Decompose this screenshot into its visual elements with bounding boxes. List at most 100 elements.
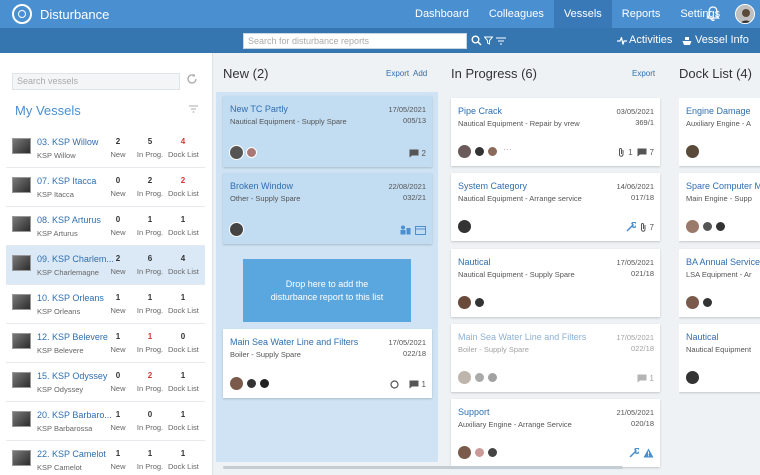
horizontal-scrollbar[interactable] [223,466,623,469]
report-card[interactable]: Broken Window Other - Supply Spare 22/08… [223,173,432,244]
report-card[interactable]: Nautical Nautical Equipment - Supply Spa… [451,249,660,317]
avatar[interactable] [474,447,485,458]
vessel-row[interactable]: 12. KSP Belevere KSP Belevere 1 New 1 In Prog… [6,324,205,363]
report-card[interactable]: New TC Partly Nautical Equipment - Suppl… [223,96,432,167]
column-inprogress-title: In Progress (6) [451,66,537,81]
card-meta: 03/05/2021 369/1 [616,106,654,128]
report-card[interactable]: Support Auxiliary Engine - Arrange Servi… [451,399,660,467]
search-icon[interactable] [471,35,482,46]
dock-count: 4 [180,137,186,146]
card-category: Nautical Equipment - Supply Spare [230,117,347,126]
report-search-input[interactable]: Search for disturbance reports [243,33,467,49]
vessel-row[interactable]: 20. KSP Barbaro... KSP Barbarossa 1 New 0 In … [6,402,205,441]
dock-count: 2 [180,176,186,185]
card-assignees [457,445,500,460]
vessel-row[interactable]: 07. KSP Itacca KSP Itacca 0 New 2 In Prog. 2 Do… [6,168,205,207]
avatar[interactable] [259,378,270,389]
card-id: 022/18 [403,349,426,358]
avatar[interactable] [474,146,485,157]
bell-icon[interactable] [706,6,720,22]
drop-zone[interactable]: Drop here to add the disturbance report … [243,259,411,322]
vessel-row[interactable]: 22. KSP Camelot KSP Camelot 1 New 1 In Prog. 1… [6,441,205,475]
vessel-thumbnail [12,294,31,310]
activity-icon [617,37,627,45]
avatar[interactable] [474,297,485,308]
report-card[interactable]: System Category Nautical Equipment - Arr… [451,173,660,241]
vessel-info-link[interactable]: Vessel Info [695,28,749,53]
card-meta: 17/05/2021 021/18 [616,257,654,279]
new-export-link[interactable]: Export [386,69,409,78]
avatar[interactable] [229,222,244,237]
avatar[interactable] [457,219,472,234]
report-card[interactable]: Engine Damage Auxiliary Engine - A [679,98,760,166]
card-title: Pipe Crack [458,106,503,116]
avatar[interactable] [229,376,244,391]
wrench-icon [629,448,639,458]
avatar[interactable] [457,370,472,385]
new-count: 1 [115,449,121,458]
dock-label: Dock List [168,423,199,432]
card-meta: 17/05/2021 022/18 [616,332,654,354]
comment-icon [409,380,419,389]
vessel-row[interactable]: 09. KSP Charlem... KSP Charlemagne 2 New 6 In… [6,246,205,285]
avatar[interactable] [474,372,485,383]
avatar[interactable] [457,295,472,310]
vessel-dock-stat: 1 Dock List [168,293,199,315]
activities-link[interactable]: Activities [629,28,672,53]
drop-zone-line-2: disturbance report to this list [270,292,384,302]
vessel-row[interactable]: 08. KSP Arturus KSP Arturus 0 New 1 In Prog. 1… [6,207,205,246]
refresh-icon[interactable] [186,73,198,85]
filter-icon[interactable] [484,36,493,45]
user-avatar[interactable] [735,4,755,24]
new-count: 1 [115,332,121,341]
vessel-name: 03. KSP Willow [37,137,99,147]
vessel-row[interactable]: 03. KSP Willow KSP Willow 2 New 5 In Prog. 4 Do… [6,129,205,168]
inprogress-export-link[interactable]: Export [632,69,655,78]
report-card[interactable]: Main Sea Water Line and Filters Boiler -… [223,329,432,398]
vessel-thumbnail [12,450,31,466]
new-add-link[interactable]: Add [413,69,427,78]
card-title: Support [458,407,490,417]
report-card[interactable]: Main Sea Water Line and Filters Boiler -… [451,324,660,392]
report-card[interactable]: BA Annual Service LSA Equipment - Ar [679,249,760,317]
report-card[interactable]: Pipe Crack Nautical Equipment - Repair b… [451,98,660,166]
nav-dashboard[interactable]: Dashboard [405,0,479,28]
more-assignees-icon[interactable]: ··· [503,144,512,159]
report-card[interactable]: Nautical Nautical Equipment [679,324,760,392]
filter-lines-icon[interactable] [189,105,198,113]
dock-count: 1 [180,410,186,419]
avatar[interactable] [702,221,713,232]
vessel-dock-stat: 4 Dock List [168,137,199,159]
avatar[interactable] [246,378,257,389]
avatar[interactable] [246,147,257,158]
avatar[interactable] [685,219,700,234]
avatar[interactable] [229,145,244,160]
avatar[interactable] [487,447,498,458]
vessel-new-stat: 1 New [103,293,133,315]
vessel-row[interactable]: 10. KSP Orleans KSP Orleans 1 New 1 In Prog. 1… [6,285,205,324]
nav-vessels[interactable]: Vessels [553,0,612,28]
avatar[interactable] [685,370,700,385]
vessel-inprog-stat: 0 In Prog. [135,410,165,432]
vessel-search-input[interactable]: Search vessels [12,73,180,90]
new-label: New [110,306,126,315]
app-logo[interactable]: Disturbance [0,0,109,28]
avatar[interactable] [457,445,472,460]
avatar[interactable] [685,295,700,310]
avatar[interactable] [457,144,472,159]
vessel-thumbnail [12,255,31,271]
avatar[interactable] [487,372,498,383]
sort-icon[interactable] [496,36,506,45]
comment-icon [409,149,419,158]
nav-reports[interactable]: Reports [612,0,671,28]
report-card[interactable]: Spare Computer M Main Engine - Supp [679,173,760,241]
vessel-row[interactable]: 15. KSP Odyssey KSP Odyssey 0 New 2 In Prog. 1… [6,363,205,402]
avatar[interactable] [487,146,498,157]
vessel-inprog-stat: 1 In Prog. [135,332,165,354]
avatar[interactable] [702,297,713,308]
inprog-label: In Prog. [136,423,164,432]
nav-colleagues[interactable]: Colleagues [479,0,554,28]
avatar[interactable] [715,221,726,232]
avatar[interactable] [685,144,700,159]
nav-settings[interactable]: Settings [670,0,730,28]
